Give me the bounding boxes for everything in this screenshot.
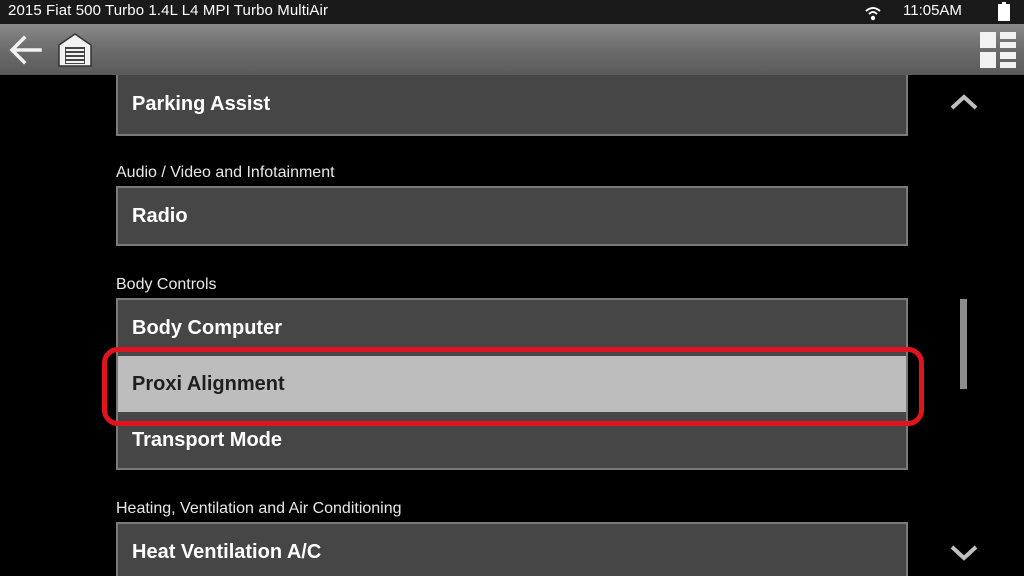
list-item-radio[interactable]: Radio xyxy=(118,188,906,244)
section-label-hvac: Heating, Ventilation and Air Conditionin… xyxy=(116,500,402,517)
back-arrow-icon[interactable] xyxy=(6,32,44,68)
status-bar: 2015 Fiat 500 Turbo 1.4L L4 MPI Turbo Mu… xyxy=(0,0,1024,24)
list-item-heat-ventilation-ac[interactable]: Heat Ventilation A/C xyxy=(118,524,906,576)
list-group: Heat Ventilation A/C xyxy=(116,522,908,576)
list-item-proxi-alignment[interactable]: Proxi Alignment xyxy=(118,356,906,412)
chevron-up-icon[interactable] xyxy=(948,92,980,112)
toolbar xyxy=(0,24,1024,75)
grid-view-icon[interactable] xyxy=(980,32,1016,68)
list-item-transport-mode[interactable]: Transport Mode xyxy=(118,412,906,468)
vehicle-title: 2015 Fiat 500 Turbo 1.4L L4 MPI Turbo Mu… xyxy=(8,2,329,19)
list-group: Parking Assist xyxy=(116,75,908,136)
scrollbar-thumb[interactable] xyxy=(960,299,967,389)
list-group: Body Computer Proxi Alignment Transport … xyxy=(116,298,908,470)
clock: 11:05AM xyxy=(903,2,962,19)
chevron-down-icon[interactable] xyxy=(948,543,980,563)
wifi-icon xyxy=(865,7,881,21)
section-label-body-controls: Body Controls xyxy=(116,276,217,293)
list-item-parking-assist[interactable]: Parking Assist xyxy=(118,75,906,134)
battery-icon xyxy=(998,2,1010,21)
list-item-body-computer[interactable]: Body Computer xyxy=(118,300,906,356)
home-garage-icon[interactable] xyxy=(56,30,94,68)
list-group: Radio xyxy=(116,186,908,246)
section-label-audio: Audio / Video and Infotainment xyxy=(116,164,335,181)
system-list: Parking Assist Audio / Video and Infotai… xyxy=(0,75,1024,576)
